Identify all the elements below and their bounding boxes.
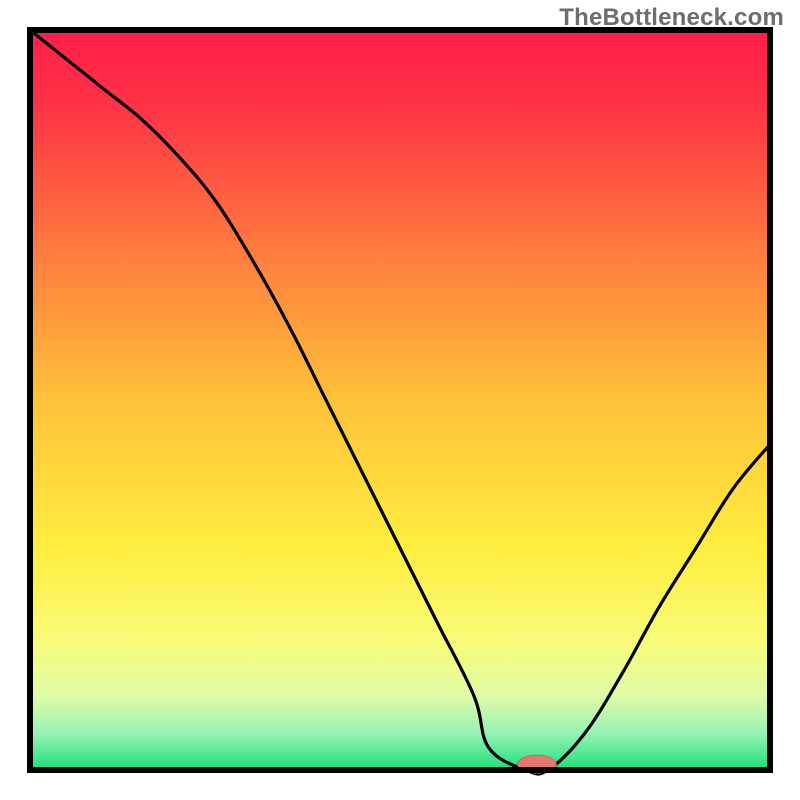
chart-stage: TheBottleneck.com [0, 0, 800, 800]
plot-area [30, 30, 770, 774]
chart-svg [0, 0, 800, 800]
gradient-bg [30, 30, 770, 770]
